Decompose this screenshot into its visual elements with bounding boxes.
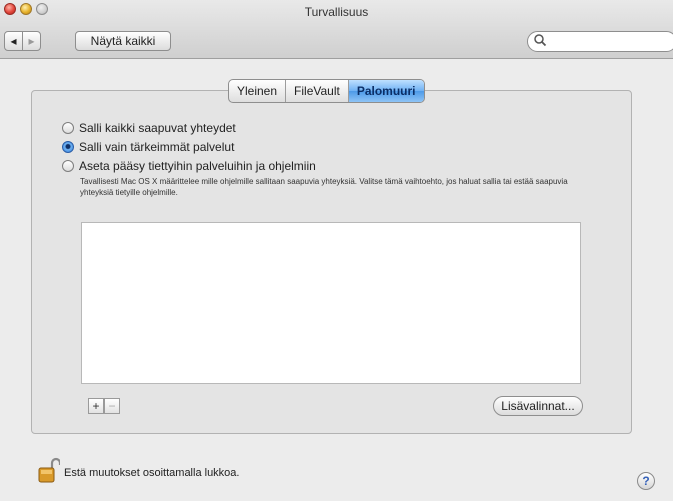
add-application-button[interactable]: +	[88, 398, 104, 414]
radio-essential-services[interactable]	[62, 141, 74, 153]
option-description: Tavallisesti Mac OS X määrittelee mille …	[80, 177, 568, 197]
search-input[interactable]	[527, 31, 673, 52]
radio-label: Aseta pääsy tiettyihin palveluihin ja oh…	[79, 159, 316, 173]
radio-row-specific[interactable]: Aseta pääsy tiettyihin palveluihin ja oh…	[62, 159, 316, 173]
help-button[interactable]: ?	[637, 472, 655, 490]
remove-application-button[interactable]: −	[104, 398, 120, 414]
radio-specific-access[interactable]	[62, 160, 74, 172]
unlocked-padlock-icon[interactable]	[38, 456, 60, 484]
window-title: Turvallisuus	[304, 5, 369, 19]
radio-row-essential[interactable]: Salli vain tärkeimmät palvelut	[62, 140, 234, 154]
radio-allow-all[interactable]	[62, 122, 74, 134]
radio-label: Salli kaikki saapuvat yhteydet	[79, 121, 236, 135]
chevron-left-icon: ◂	[10, 34, 17, 48]
chevron-right-icon: ▸	[28, 34, 35, 48]
tab-filevault[interactable]: FileVault	[286, 80, 349, 102]
lock-hint-text: Estä muutokset osoittamalla lukkoa.	[64, 467, 240, 479]
radio-label: Salli vain tärkeimmät palvelut	[79, 140, 235, 154]
radio-row-allow-all[interactable]: Salli kaikki saapuvat yhteydet	[62, 121, 236, 135]
back-button[interactable]: ◂	[4, 31, 23, 51]
application-list[interactable]	[81, 222, 581, 384]
tab-bar: Yleinen FileVault Palomuuri	[228, 79, 425, 103]
forward-button[interactable]: ▸	[22, 31, 41, 51]
tab-firewall[interactable]: Palomuuri	[348, 80, 424, 102]
search-icon	[534, 34, 547, 47]
advanced-button[interactable]: Lisävalinnat...	[493, 396, 583, 416]
show-all-button[interactable]: Näytä kaikki	[75, 31, 171, 51]
tab-general[interactable]: Yleinen	[229, 80, 287, 102]
